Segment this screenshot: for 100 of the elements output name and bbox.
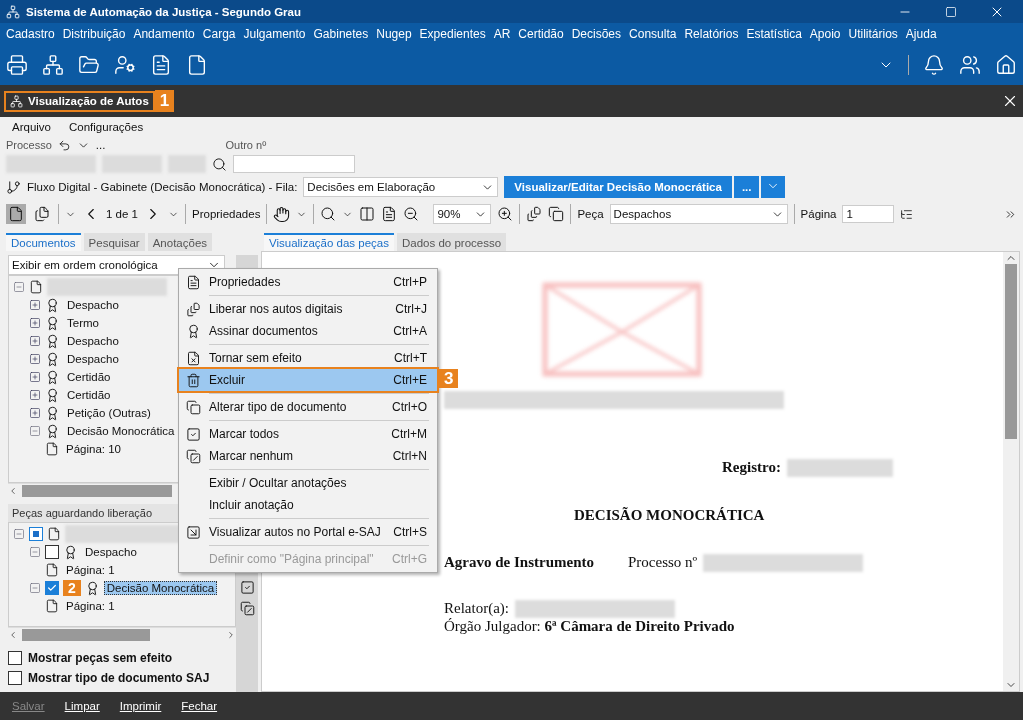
tree-item[interactable]: Despacho (82, 545, 140, 559)
tab[interactable]: Dados do processo (397, 233, 507, 251)
document-icon[interactable] (150, 54, 172, 76)
order-select[interactable]: Exibir em ordem cronológica (8, 255, 225, 275)
properties-button[interactable]: Propriedades (192, 208, 261, 220)
tree-item[interactable]: Despacho (64, 352, 122, 366)
tree-item[interactable]: Petição (Outras) (64, 406, 154, 420)
checkbox[interactable] (8, 671, 22, 685)
collapse-toggle[interactable] (29, 546, 41, 558)
document-icon[interactable] (8, 206, 24, 222)
collapse-toggle[interactable] (29, 582, 41, 594)
maximize-icon[interactable] (945, 5, 957, 18)
menu-item[interactable]: Configurações (63, 121, 150, 133)
menu-item[interactable]: Consulta (625, 27, 681, 41)
menu-item[interactable]: Andamento (129, 27, 199, 41)
home-icon[interactable] (995, 54, 1017, 76)
expand-toggle[interactable] (29, 371, 41, 383)
tree-item[interactable]: Certidão (64, 388, 114, 402)
tree-item[interactable]: Decisão Monocrática (103, 581, 218, 595)
footer-button[interactable]: Fechar (181, 700, 218, 712)
menu-item[interactable]: Tornar sem efeito Ctrl+T (179, 347, 437, 369)
expand-toggle[interactable] (29, 317, 41, 329)
menu-item[interactable]: Arquivo (6, 121, 57, 133)
footer-button[interactable]: Imprimir (119, 700, 162, 712)
user-gear-icon[interactable] (114, 54, 136, 76)
menu-item[interactable]: Gabinetes (309, 27, 373, 41)
dropdown-button[interactable] (761, 176, 786, 198)
checkbox[interactable] (8, 651, 22, 665)
tree-item[interactable]: Certidão (64, 370, 114, 384)
tree-item[interactable]: Página: 1 (63, 599, 118, 613)
checkbox[interactable] (45, 581, 59, 595)
expand-toggle[interactable] (29, 335, 41, 347)
menu-item[interactable]: Alterar tipo de documento Ctrl+O (179, 396, 437, 418)
checkbox[interactable] (45, 545, 59, 559)
tree-item[interactable]: Decisão Monocrática (64, 424, 178, 438)
document-icon[interactable] (186, 54, 208, 76)
expand-toggle[interactable] (29, 389, 41, 401)
printer-icon[interactable] (6, 54, 28, 76)
input-field[interactable] (233, 155, 355, 173)
users-icon[interactable] (959, 54, 981, 76)
tree-item[interactable]: Página: 1 (63, 563, 118, 577)
tree-item[interactable]: Termo (64, 316, 102, 330)
tree-item[interactable]: Página: 10 (63, 442, 124, 456)
zoom-select[interactable]: 90% (433, 204, 492, 224)
menu-item[interactable]: Marcar nenhum Ctrl+N (179, 445, 437, 467)
tab[interactable]: Visualização das peças (264, 233, 394, 251)
menu-item[interactable]: Decisões (567, 27, 626, 41)
menu-item[interactable]: Liberar nos autos digitais Ctrl+J (179, 298, 437, 320)
menu-item[interactable]: Cadastro (2, 27, 59, 41)
more-button[interactable]: ... (733, 176, 760, 198)
scrollbar-thumb[interactable] (1005, 264, 1017, 439)
checked-pages-icon[interactable] (239, 580, 255, 595)
hand-icon[interactable] (273, 205, 291, 223)
tab[interactable]: Anotações (147, 233, 213, 251)
menu-item[interactable]: Visualizar autos no Portal e-SAJ Ctrl+S (179, 521, 437, 543)
zoom-in-icon[interactable] (497, 206, 514, 222)
collapse-toggle[interactable] (29, 425, 41, 437)
menu-item[interactable]: Nugep (372, 27, 416, 41)
tab[interactable]: Documentos (6, 233, 81, 251)
tab[interactable]: Pesquisar (83, 233, 145, 251)
zoom-out-icon[interactable] (403, 206, 420, 222)
menu-item[interactable]: Certidão (514, 27, 568, 41)
footer-button[interactable]: Limpar (64, 700, 100, 712)
menu-item[interactable]: Expedientes (415, 27, 490, 41)
menu-item[interactable]: Assinar documentos Ctrl+A (179, 320, 437, 342)
menu-item[interactable]: Utilitários (844, 27, 902, 41)
collapse-toggle[interactable] (13, 281, 25, 293)
menu-item[interactable]: Relatórios (680, 27, 743, 41)
scrollbar-thumb[interactable] (22, 485, 172, 497)
expand-toggle[interactable] (29, 299, 41, 311)
edit-decision-button[interactable]: Visualizar/Editar Decisão Monocrática (504, 176, 732, 198)
documents-icon[interactable] (34, 206, 50, 222)
checkbox[interactable] (29, 527, 43, 541)
menu-item[interactable]: Apoio (805, 27, 845, 41)
expand-toggle[interactable] (29, 407, 41, 419)
queue-select[interactable]: Decisões em Elaboração (303, 177, 499, 197)
piece-select[interactable]: Despachos (609, 204, 788, 224)
fit-width-icon[interactable] (359, 206, 376, 222)
tree-item[interactable]: Despacho (64, 334, 122, 348)
menu-item[interactable]: Exibir / Ocultar anotações (179, 472, 437, 494)
menu-item[interactable]: AR (489, 27, 515, 41)
menu-item[interactable]: Estatística (742, 27, 806, 41)
collapse-toggle[interactable] (13, 528, 25, 540)
tree-item[interactable]: Despacho (64, 298, 122, 312)
search-icon[interactable] (320, 206, 337, 222)
pages-icon[interactable] (239, 601, 255, 616)
undo-icon[interactable] (57, 138, 71, 152)
page-input[interactable]: 1 (842, 205, 895, 223)
scrollbar-thumb[interactable] (22, 629, 150, 641)
document-tab[interactable]: Visualização de Autos (4, 90, 155, 112)
bell-icon[interactable] (923, 54, 945, 76)
hierarchy-icon[interactable] (42, 54, 64, 76)
fit-page-icon[interactable] (381, 206, 398, 222)
menu-item[interactable]: Ajuda (901, 27, 941, 41)
menu-item[interactable]: Distribuição (58, 27, 130, 41)
menu-item[interactable]: Marcar todos Ctrl+M (179, 423, 437, 445)
expand-toggle[interactable] (29, 353, 41, 365)
menu-item[interactable]: Julgamento (239, 27, 310, 41)
folder-icon[interactable] (78, 54, 100, 76)
more-button[interactable]: ... (95, 139, 106, 151)
